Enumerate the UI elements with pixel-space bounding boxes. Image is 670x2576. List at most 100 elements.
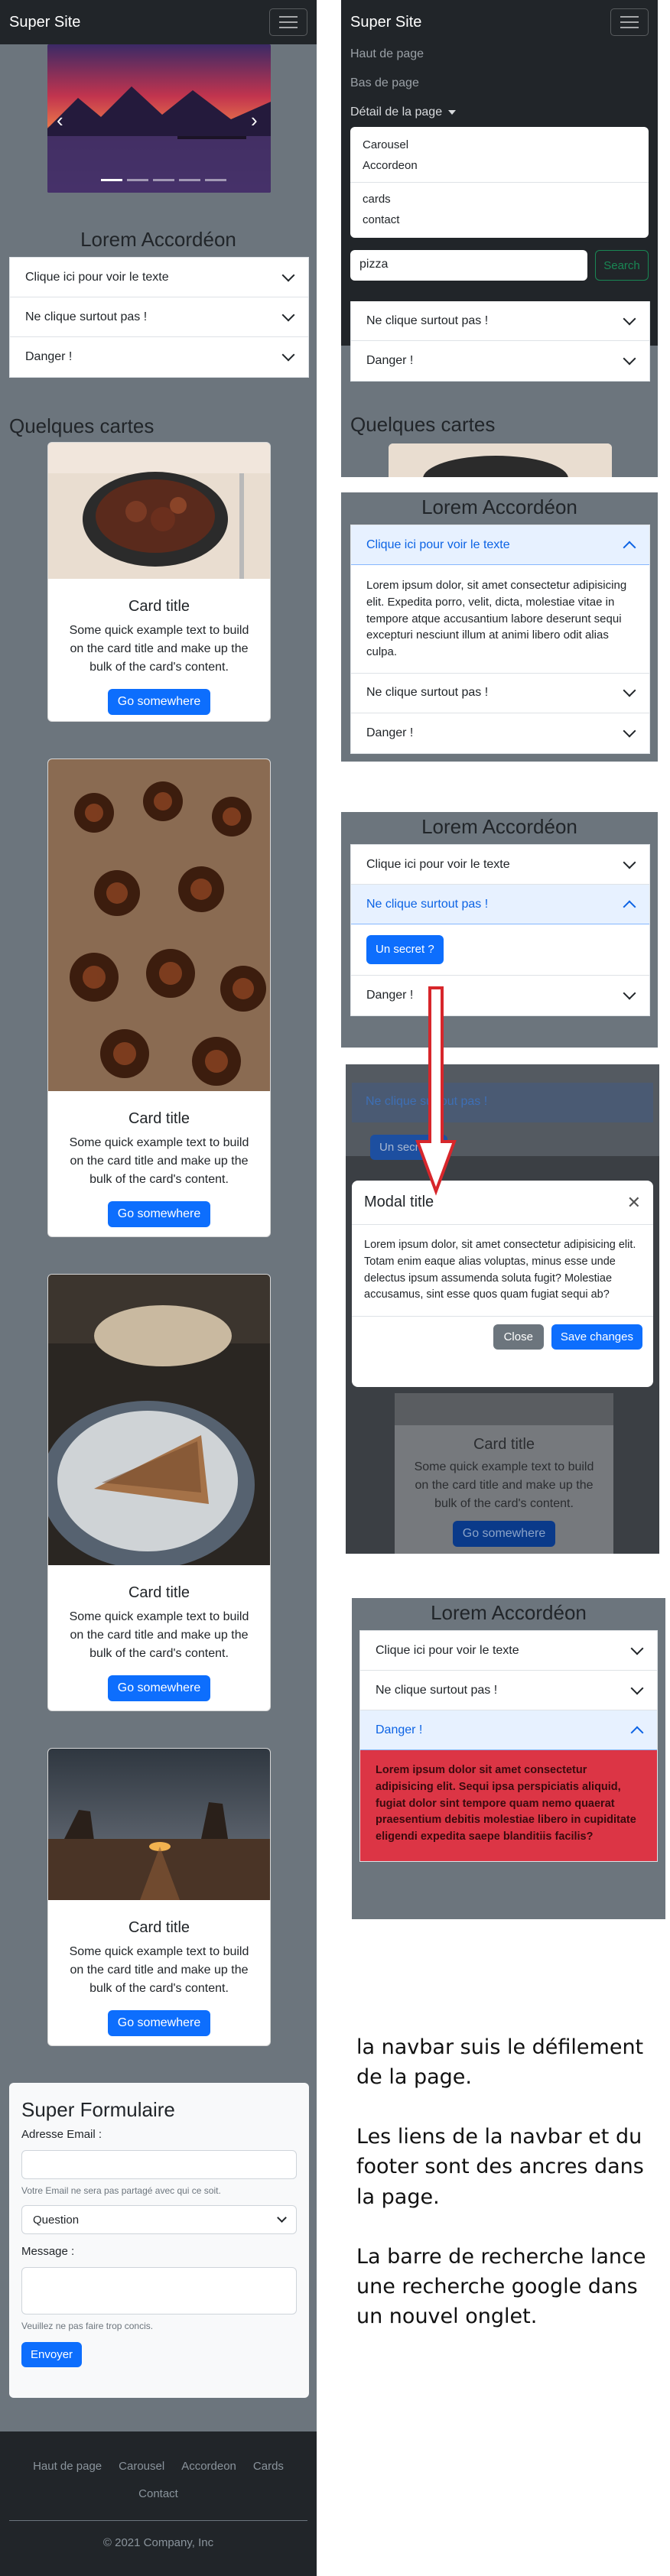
accordion-item[interactable]: Ne clique surtout pas ! — [10, 297, 308, 337]
accordion-expanded-panel: Lorem Accordéon Clique ici pour voir le … — [341, 492, 658, 762]
dropdown-item[interactable]: Carousel — [350, 135, 649, 155]
nav-link[interactable]: Haut de page — [350, 47, 649, 61]
dropdown-item[interactable]: Accordeon — [350, 155, 649, 176]
email-label: Adresse Email : — [21, 2128, 102, 2141]
note-paragraph: La barre de recherche lance une recherch… — [356, 2244, 646, 2328]
card: Card title Some quick example text to bu… — [47, 759, 271, 1237]
modal-footer: Close Save changes — [352, 1317, 653, 1357]
contact-form: Super Formulaire Adresse Email : Votre E… — [9, 2083, 309, 2398]
chevron-up-icon — [630, 1726, 644, 1739]
navbar-expanded: Super Site Haut de page Bas de page Déta… — [341, 0, 658, 346]
modal-panel: Ne clique surtout pas ! Un secret ? Card… — [346, 1064, 659, 1554]
accordion: Clique ici pour voir le texte Ne clique … — [359, 1630, 658, 1862]
submit-button[interactable]: Envoyer — [21, 2342, 83, 2367]
dropdown-menu: Carousel Accordeon cards contact — [350, 127, 649, 238]
accordion-item[interactable]: Danger ! — [351, 975, 649, 1015]
accordion-item[interactable]: Clique ici pour voir le texte — [351, 845, 649, 885]
card: Card title Some quick example text to bu… — [47, 1748, 271, 2046]
message-help: Veuillez ne pas faire trop concis. — [21, 2321, 154, 2331]
modal-header: Modal title ✕ — [352, 1181, 653, 1225]
copyright: © 2021 Company, Inc — [102, 2536, 214, 2549]
dropdown-divider — [350, 182, 649, 183]
accordion-item[interactable]: Danger ! — [10, 337, 308, 377]
secret-panel: Lorem Accordéon Clique ici pour voir le … — [341, 812, 658, 1048]
backdrop-card: Card title Some quick example text to bu… — [395, 1393, 613, 1554]
accordion-title: Lorem Accordéon — [421, 815, 577, 838]
menu-open-panel: Super Site Haut de page Bas de page Déta… — [341, 0, 658, 477]
chevron-down-icon — [281, 348, 295, 362]
search-form: pizza Search — [350, 250, 649, 281]
form-title: Super Formulaire — [21, 2098, 175, 2121]
backdrop-accordion-item: Ne clique surtout pas ! — [352, 1083, 653, 1122]
accordion-item-open[interactable]: Ne clique surtout pas ! — [351, 885, 649, 924]
nav-dropdown-toggle[interactable]: Détail de la page — [350, 106, 649, 119]
accordion-title: Lorem Accordéon — [431, 1601, 587, 1624]
danger-body: Lorem ipsum dolor sit amet consectetur a… — [360, 1750, 657, 1861]
navbar-brand[interactable]: Super Site — [9, 14, 80, 31]
modal-body: Lorem ipsum dolor, sit amet consectetur … — [352, 1225, 653, 1317]
chevron-down-icon — [623, 684, 636, 697]
go-somewhere-button[interactable]: Go somewhere — [107, 1201, 211, 1227]
card-title: Card title — [128, 1584, 190, 1601]
search-input[interactable]: pizza — [350, 250, 587, 281]
message-textarea[interactable] — [21, 2267, 297, 2315]
go-somewhere-button[interactable]: Go somewhere — [107, 2010, 211, 2036]
card-title: Card title — [128, 1919, 190, 1936]
chevron-down-icon — [281, 308, 295, 321]
carousel-indicator[interactable] — [205, 179, 226, 181]
carousel: ‹ › — [47, 44, 271, 193]
accordion-item-open[interactable]: Danger ! — [360, 1710, 657, 1750]
chevron-up-icon — [623, 541, 636, 554]
close-button[interactable]: Close — [493, 1324, 544, 1350]
question-select[interactable]: Question — [21, 2205, 297, 2234]
navbar: Super Site — [0, 0, 317, 44]
accordion-item[interactable]: Clique ici pour voir le texte — [10, 258, 308, 297]
card-image — [48, 1275, 270, 1569]
card-text: Some quick example text to build on the … — [69, 1136, 249, 1186]
carousel-indicator[interactable] — [127, 179, 148, 181]
accordion-item[interactable]: Clique ici pour voir le texte — [360, 1631, 657, 1671]
accordion-item[interactable]: Ne clique surtout pas ! — [360, 1671, 657, 1710]
go-somewhere-button[interactable]: Go somewhere — [107, 1675, 211, 1701]
carousel-indicator[interactable] — [101, 179, 122, 181]
accordion-item[interactable]: Ne clique surtout pas ! — [351, 301, 649, 341]
chevron-down-icon — [623, 312, 636, 325]
card-title: Card title — [128, 1110, 190, 1127]
go-somewhere-button[interactable]: Go somewhere — [107, 689, 211, 715]
menu-toggle-button[interactable] — [269, 8, 307, 36]
footer-link[interactable]: Carousel — [119, 2453, 164, 2480]
chevron-down-icon — [623, 986, 636, 1000]
chevron-down-icon — [277, 2212, 287, 2223]
footer-link[interactable]: Cards — [253, 2453, 284, 2480]
secret-button[interactable]: Un secret ? — [366, 935, 444, 964]
dropdown-item[interactable]: contact — [350, 210, 649, 230]
carousel-prev-icon[interactable]: ‹ — [57, 109, 63, 132]
nav-link[interactable]: Bas de page — [350, 76, 649, 90]
accordion-item[interactable]: Danger ! — [351, 713, 649, 753]
accordion-title: Lorem Accordéon — [421, 495, 577, 518]
footer: Haut de page Carousel Accordeon Cards Co… — [0, 2431, 317, 2576]
footer-link[interactable]: Haut de page — [33, 2453, 102, 2480]
accordion-body: Lorem ipsum dolor, sit amet consectetur … — [351, 565, 649, 674]
card-text: Some quick example text to build on the … — [69, 1610, 249, 1660]
email-field[interactable] — [21, 2150, 297, 2179]
carousel-indicator[interactable] — [179, 179, 200, 181]
message-label: Message : — [21, 2245, 75, 2258]
accordion-item[interactable]: Ne clique surtout pas ! — [351, 673, 649, 713]
carousel-indicator[interactable] — [153, 179, 174, 181]
dropdown-item[interactable]: cards — [350, 189, 649, 210]
footer-link[interactable]: Accordeon — [181, 2453, 236, 2480]
footer-link[interactable]: Contact — [138, 2480, 178, 2508]
accordion-item[interactable]: Danger ! — [351, 341, 649, 381]
card: Card title Some quick example text to bu… — [47, 1274, 271, 1711]
close-icon[interactable]: ✕ — [627, 1193, 641, 1213]
menu-toggle-button[interactable] — [610, 8, 649, 36]
footer-divider — [9, 2520, 307, 2521]
save-changes-button[interactable]: Save changes — [551, 1324, 642, 1350]
accordion-item-open[interactable]: Clique ici pour voir le texte — [351, 525, 649, 565]
carousel-next-icon[interactable]: › — [251, 109, 258, 132]
navbar-brand[interactable]: Super Site — [350, 14, 421, 31]
search-button[interactable]: Search — [595, 250, 649, 281]
card-text: Some quick example text to build on the … — [69, 1945, 249, 1995]
chevron-down-icon — [281, 268, 295, 281]
